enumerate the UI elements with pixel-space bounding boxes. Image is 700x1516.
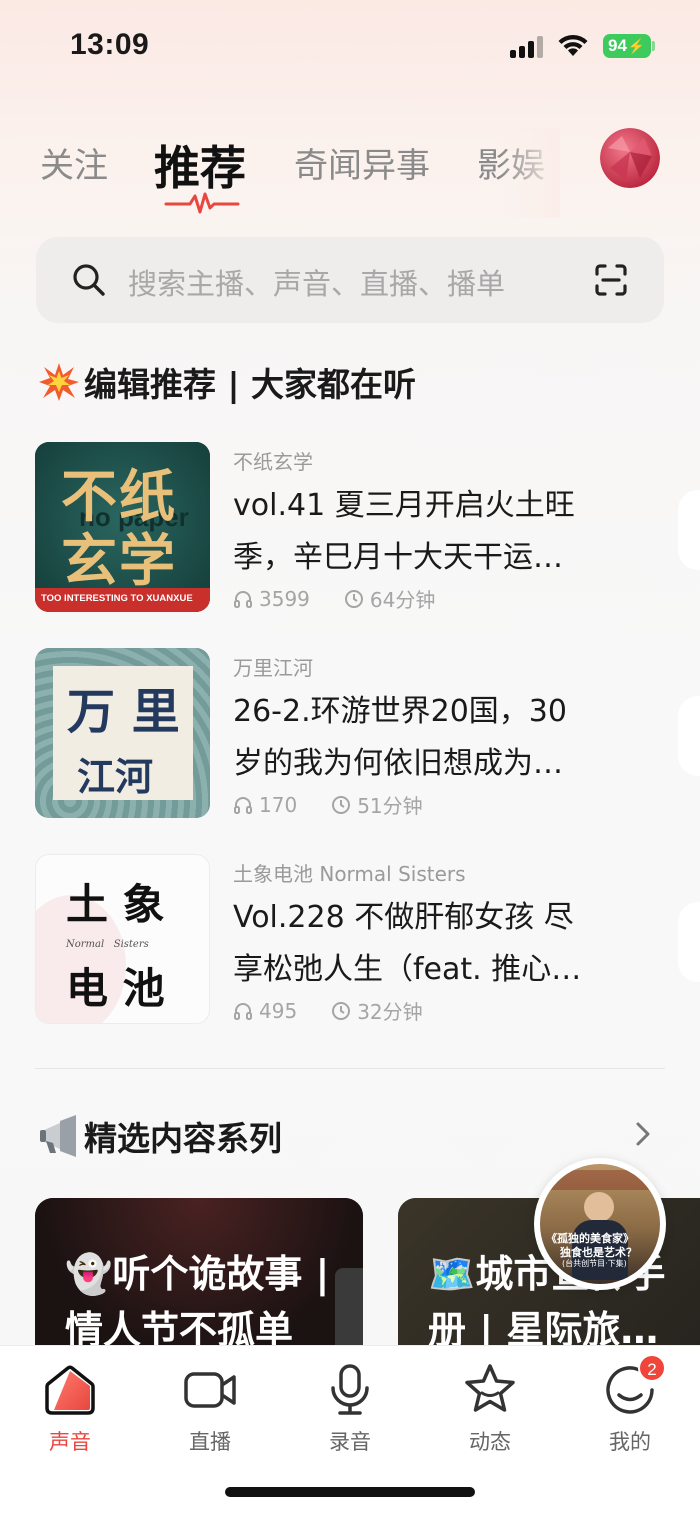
nav-sound[interactable]: 声音 (20, 1362, 120, 1456)
cover-title-line1: 万 里 (67, 684, 180, 740)
floating-player-bubble[interactable]: 《孤独的美食家》 独食也是艺术？ (台共创节目·下集) (534, 1158, 666, 1290)
list-item[interactable]: 万 里 江河 万里江河 26-2.环游世界20国，30 岁的我为何依旧想成为… … (35, 648, 665, 820)
episode-title[interactable]: vol.41 夏三月开启火土旺 季，辛巳月十大天干运… (233, 480, 633, 584)
series-card[interactable]: 👻听个诡故事 | 情人节不孤单 (35, 1198, 363, 1358)
chevron-right-icon[interactable] (632, 1120, 654, 1148)
series-section-label: 精选内容系列 (84, 1119, 282, 1158)
duration: 51分钟 (357, 794, 423, 818)
headphones-icon (234, 796, 252, 814)
home-indicator[interactable] (225, 1487, 475, 1497)
episode-title-line1: vol.41 夏三月开启火土旺 (233, 488, 575, 523)
floating-player-thumbnail: 《孤独的美食家》 独食也是艺术？ (台共创节目·下集) (540, 1164, 660, 1284)
offscreen-card-edge (678, 696, 700, 776)
editor-section-title: 编辑推荐 | 大家都在听 (38, 358, 416, 406)
status-bar: 13:09 94 ⚡ (0, 0, 700, 90)
play-count: 495 (259, 998, 298, 1023)
cover-title-line2: 玄学 (61, 529, 177, 594)
podcast-author[interactable]: 土象电池 Normal Sisters (233, 858, 466, 887)
episode-title[interactable]: Vol.228 不做肝郁女孩 尽 享松弛人生（feat. 推心… (233, 892, 633, 996)
play-count: 170 (259, 792, 298, 817)
cover-subtitle: TOO INTERESTING TO XUANXUE (41, 593, 193, 604)
wifi-icon (558, 34, 588, 56)
nav-record-label: 录音 (329, 1430, 371, 1454)
episode-meta: 495 32分钟 (233, 996, 423, 1025)
scan-icon[interactable] (594, 263, 628, 297)
episode-title-line1: 26-2.环游世界20国，30 (233, 694, 567, 729)
cover-title-line1: 土 象 (66, 880, 165, 929)
active-tab-waveform-icon (164, 192, 240, 214)
search-bar[interactable]: 搜索主播、声音、直播、播单 (36, 237, 664, 323)
tab-fade-overlay (500, 128, 560, 218)
nav-live[interactable]: 直播 (160, 1362, 260, 1456)
episode-title-line1: Vol.228 不做肝郁女孩 尽 (233, 900, 574, 935)
podcast-author[interactable]: 万里江河 (233, 652, 313, 681)
category-tabs: 关注 推荐 奇闻异事 影娱 (40, 128, 560, 218)
user-avatar[interactable] (600, 128, 660, 188)
podcast-cover: 万 里 江河 (35, 648, 210, 818)
series-section-title[interactable]: 精选内容系列 (38, 1112, 282, 1160)
podcast-author[interactable]: 不纸玄学 (233, 446, 313, 475)
cellular-signal-icon (510, 36, 543, 58)
list-item[interactable]: no paper 不纸 玄学 TOO INTERESTING TO XUANXU… (35, 442, 665, 614)
video-camera-icon (184, 1372, 236, 1408)
tab-strange-stories[interactable]: 奇闻异事 (294, 138, 430, 187)
duration: 32分钟 (357, 1000, 423, 1024)
series-card-title: 👻听个诡故事 | 情人节不孤单 (65, 1246, 355, 1358)
cover-subtitle: Normal Sisters (66, 939, 149, 950)
list-item[interactable]: 土 象 Normal Sisters 电 池 土象电池 Normal Siste… (35, 854, 665, 1026)
tab-follow[interactable]: 关注 (40, 138, 108, 187)
battery-indicator: 94 ⚡ (603, 34, 651, 58)
section-divider (35, 1068, 665, 1069)
podcast-cover: 土 象 Normal Sisters 电 池 (35, 854, 210, 1024)
charging-icon: ⚡ (627, 37, 646, 54)
episode-meta: 3599 64分钟 (233, 584, 435, 613)
bubble-note: (台共创节目·下集) (562, 1259, 627, 1268)
star-icon (465, 1364, 515, 1412)
battery-level: 94 (608, 36, 627, 55)
episode-title-line2: 季，辛巳月十大天干运… (233, 540, 563, 575)
nav-sound-label: 声音 (49, 1430, 91, 1454)
headphones-icon (234, 1002, 252, 1020)
clock-icon (332, 1001, 351, 1020)
nav-feed-label: 动态 (469, 1430, 511, 1454)
search-icon (73, 264, 105, 296)
headphones-icon (234, 590, 252, 608)
nav-me[interactable]: 2 我的 (580, 1354, 680, 1456)
offscreen-card-edge (678, 490, 700, 570)
nav-feed[interactable]: 动态 (440, 1362, 540, 1456)
duration: 64分钟 (369, 588, 436, 612)
series-card-title-line1: 👻听个诡故事 | (65, 1252, 330, 1296)
editor-section-label: 编辑推荐 | 大家都在听 (84, 365, 417, 404)
nav-live-label: 直播 (189, 1430, 231, 1454)
offscreen-card-edge (678, 902, 700, 982)
play-count: 3599 (259, 586, 310, 611)
notification-badge: 2 (638, 1354, 666, 1382)
podcast-cover: no paper 不纸 玄学 TOO INTERESTING TO XUANXU… (35, 442, 210, 612)
episode-meta: 170 51分钟 (233, 790, 423, 819)
clock-icon (344, 589, 363, 608)
microphone-icon (331, 1364, 369, 1415)
episode-title-line2: 岁的我为何依旧想成为… (233, 746, 563, 781)
home-icon (45, 1365, 95, 1415)
status-time: 13:09 (70, 28, 150, 61)
megaphone-icon (40, 1115, 76, 1157)
episode-title-line2: 享松弛人生（feat. 推心… (233, 952, 582, 987)
clock-icon (332, 795, 351, 814)
cover-title-line2: 电 池 (66, 964, 165, 1013)
nav-me-label: 我的 (609, 1430, 651, 1454)
episode-title[interactable]: 26-2.环游世界20国，30 岁的我为何依旧想成为… (233, 686, 633, 790)
search-input[interactable]: 搜索主播、声音、直播、播单 (128, 261, 505, 303)
collision-icon (39, 363, 79, 401)
tab-recommend[interactable]: 推荐 (154, 132, 246, 198)
battery-tip (652, 41, 655, 51)
nav-record[interactable]: 录音 (300, 1362, 400, 1456)
cover-title-line2: 江河 (77, 755, 154, 799)
